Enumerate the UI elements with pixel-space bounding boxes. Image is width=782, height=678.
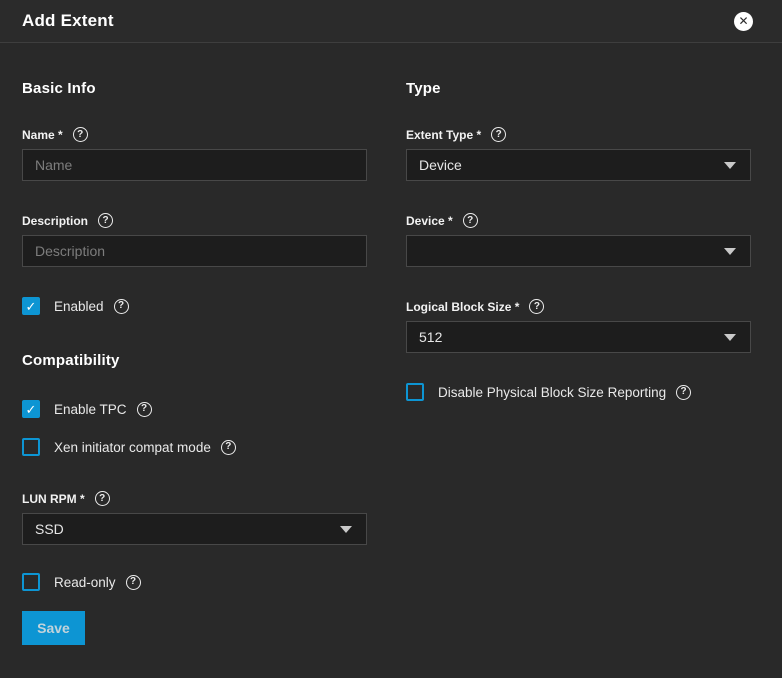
description-label-row: Description ? (22, 213, 367, 228)
read-only-checkbox-row: ✓ Read-only ? (22, 573, 367, 591)
section-heading-compatibility: Compatibility (22, 352, 367, 369)
page-title: Add Extent (22, 11, 114, 31)
save-button[interactable]: Save (22, 611, 85, 645)
close-icon[interactable]: ✕ (734, 12, 753, 31)
lun-rpm-value: SSD (35, 521, 64, 537)
name-label-row: Name * ? (22, 127, 367, 142)
name-label: Name * (22, 128, 63, 142)
enable-tpc-label: Enable TPC (54, 402, 127, 417)
logical-block-size-value: 512 (419, 329, 442, 345)
description-label: Description (22, 214, 88, 228)
dialog-body: Basic Info Name * ? Description ? ✓ Enab… (0, 43, 782, 645)
extent-type-select[interactable]: Device (406, 149, 751, 181)
description-input[interactable] (22, 235, 367, 267)
logical-block-size-label-row: Logical Block Size * ? (406, 299, 751, 314)
extent-type-value: Device (419, 157, 462, 173)
enable-tpc-checkbox-row: ✓ Enable TPC ? (22, 400, 367, 418)
enabled-checkbox[interactable]: ✓ (22, 297, 40, 315)
disable-physical-block-size-checkbox-row: ✓ Disable Physical Block Size Reporting … (406, 383, 751, 401)
read-only-label: Read-only (54, 575, 116, 590)
help-icon[interactable]: ? (491, 127, 506, 142)
help-icon[interactable]: ? (221, 440, 236, 455)
device-label-row: Device * ? (406, 213, 751, 228)
chevron-down-icon (724, 248, 736, 255)
help-icon[interactable]: ? (126, 575, 141, 590)
check-icon: ✓ (26, 403, 37, 416)
name-input[interactable] (22, 149, 367, 181)
lun-rpm-label: LUN RPM * (22, 492, 85, 506)
chevron-down-icon (340, 526, 352, 533)
lun-rpm-select[interactable]: SSD (22, 513, 367, 545)
section-heading-basic-info: Basic Info (22, 80, 367, 97)
device-select[interactable] (406, 235, 751, 267)
chevron-down-icon (724, 162, 736, 169)
help-icon[interactable]: ? (73, 127, 88, 142)
help-icon[interactable]: ? (676, 385, 691, 400)
check-icon: ✓ (26, 300, 37, 313)
logical-block-size-label: Logical Block Size * (406, 300, 519, 314)
xen-compat-checkbox[interactable]: ✓ (22, 438, 40, 456)
help-icon[interactable]: ? (95, 491, 110, 506)
add-extent-dialog: Add Extent ✕ Basic Info Name * ? Descrip… (0, 0, 782, 678)
help-icon[interactable]: ? (463, 213, 478, 228)
help-icon[interactable]: ? (114, 299, 129, 314)
logical-block-size-select[interactable]: 512 (406, 321, 751, 353)
xen-compat-label: Xen initiator compat mode (54, 440, 211, 455)
enabled-checkbox-row: ✓ Enabled ? (22, 297, 367, 315)
enabled-label: Enabled (54, 299, 104, 314)
enable-tpc-checkbox[interactable]: ✓ (22, 400, 40, 418)
help-icon[interactable]: ? (98, 213, 113, 228)
disable-physical-block-size-checkbox[interactable]: ✓ (406, 383, 424, 401)
right-column: Type Extent Type * ? Device Device * ? L… (406, 43, 751, 645)
help-icon[interactable]: ? (137, 402, 152, 417)
lun-rpm-label-row: LUN RPM * ? (22, 491, 367, 506)
extent-type-label-row: Extent Type * ? (406, 127, 751, 142)
dialog-header: Add Extent ✕ (0, 0, 782, 43)
section-heading-type: Type (406, 80, 751, 97)
device-label: Device * (406, 214, 453, 228)
xen-compat-checkbox-row: ✓ Xen initiator compat mode ? (22, 438, 367, 456)
left-column: Basic Info Name * ? Description ? ✓ Enab… (22, 43, 367, 645)
read-only-checkbox[interactable]: ✓ (22, 573, 40, 591)
extent-type-label: Extent Type * (406, 128, 481, 142)
disable-physical-block-size-label: Disable Physical Block Size Reporting (438, 385, 666, 400)
help-icon[interactable]: ? (529, 299, 544, 314)
chevron-down-icon (724, 334, 736, 341)
